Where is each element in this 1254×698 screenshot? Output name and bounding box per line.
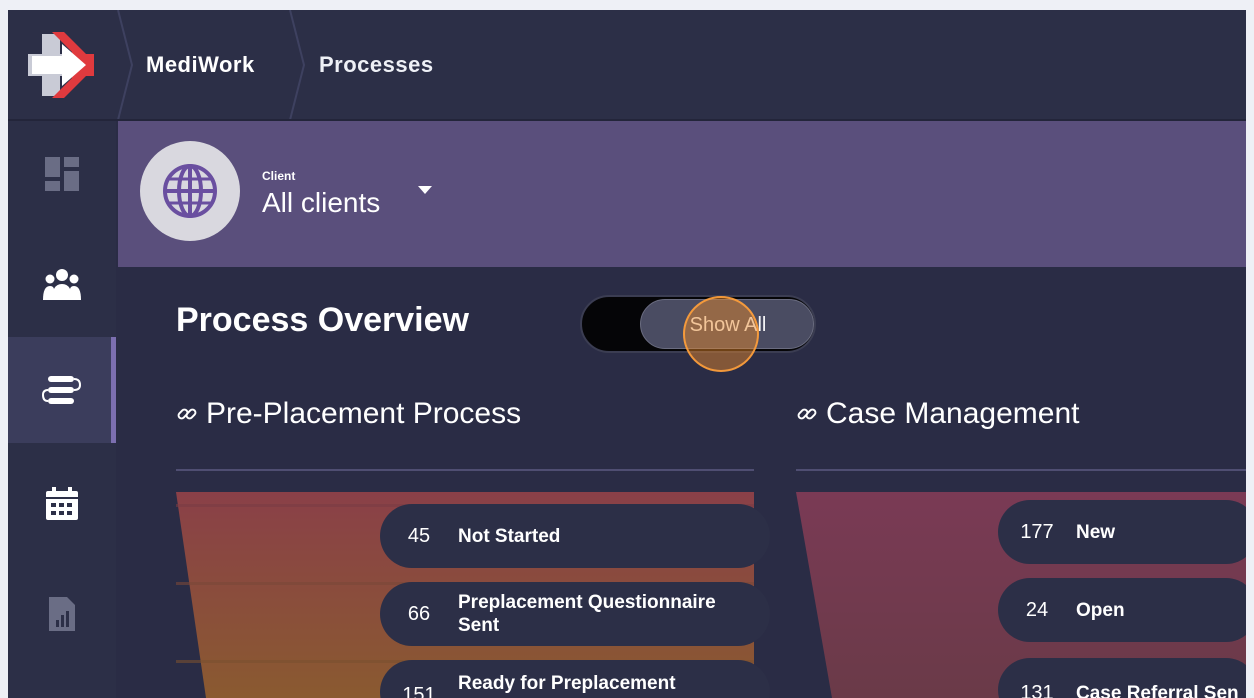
stage-pill[interactable]: 151 Ready for Preplacement: [380, 660, 770, 698]
breadcrumb-page[interactable]: Processes: [319, 10, 434, 120]
divider: [176, 469, 754, 471]
calendar-icon: [46, 487, 78, 520]
stage-label: Ready for Preplacement: [458, 673, 676, 694]
link-icon: [177, 408, 197, 420]
app-window: MediWork Processes Client All clients Pr…: [8, 10, 1246, 698]
logo-icon: [28, 32, 94, 98]
sidebar-item-calendar[interactable]: [8, 451, 116, 557]
stage-count: 45: [407, 524, 431, 547]
report-icon: [49, 597, 75, 631]
processes-icon: [42, 376, 82, 404]
breadcrumb-separator: [117, 10, 134, 120]
page-title: Process Overview: [176, 301, 469, 339]
stage-pill[interactable]: 45 Not Started: [380, 504, 770, 568]
stage-count: 151: [402, 684, 436, 698]
column-header[interactable]: Case Management: [796, 397, 1236, 431]
sidebar-item-people[interactable]: [8, 231, 116, 337]
globe-icon: [163, 164, 217, 218]
stage-pill[interactable]: 177 New: [998, 500, 1246, 564]
stage-label: Open: [1076, 599, 1125, 621]
client-bar: Client All clients: [118, 121, 1246, 267]
client-select[interactable]: All clients: [262, 187, 380, 219]
breadcrumb-separator: [289, 10, 306, 120]
top-bar: MediWork Processes: [8, 10, 1246, 120]
link-icon: [797, 408, 817, 420]
process-column-preplacement: Pre-Placement Process: [176, 397, 756, 431]
people-icon: [43, 269, 81, 300]
stage-label: New: [1076, 521, 1116, 543]
sidebar-item-dashboard[interactable]: [8, 121, 116, 227]
sidebar-item-processes[interactable]: [8, 337, 116, 443]
stage-label: Preplacement Questionnaire Sent: [458, 592, 716, 636]
stage-count: 177: [1020, 520, 1054, 543]
stage-pill[interactable]: 24 Open: [998, 578, 1246, 642]
click-indicator: [683, 296, 759, 372]
stage-label: Case Referral Sen: [1076, 683, 1239, 698]
process-column-case-management: Case Management: [796, 397, 1236, 431]
client-label: Client: [262, 169, 296, 183]
breadcrumb-app[interactable]: MediWork: [146, 10, 255, 120]
app-logo[interactable]: [8, 10, 118, 120]
stage-label: Not Started: [458, 525, 561, 547]
stage-count: 24: [1025, 598, 1049, 621]
chevron-down-icon[interactable]: [418, 186, 432, 194]
column-title: Pre-Placement Process: [206, 397, 522, 430]
stage-pill[interactable]: 66 Preplacement Questionnaire Sent: [380, 582, 770, 646]
stage-count: 131: [1020, 682, 1054, 698]
column-header[interactable]: Pre-Placement Process: [176, 397, 756, 431]
sidebar: [8, 121, 116, 698]
divider: [796, 469, 1246, 471]
dashboard-icon: [45, 157, 79, 191]
client-avatar: [140, 141, 240, 241]
column-title: Case Management: [826, 397, 1080, 430]
main-content: Process Overview Show All Pre-Placement …: [118, 267, 1246, 698]
stage-pill[interactable]: 131 Case Referral Sen: [998, 658, 1246, 698]
stage-count: 66: [407, 602, 431, 625]
sidebar-item-reports[interactable]: [8, 561, 116, 667]
